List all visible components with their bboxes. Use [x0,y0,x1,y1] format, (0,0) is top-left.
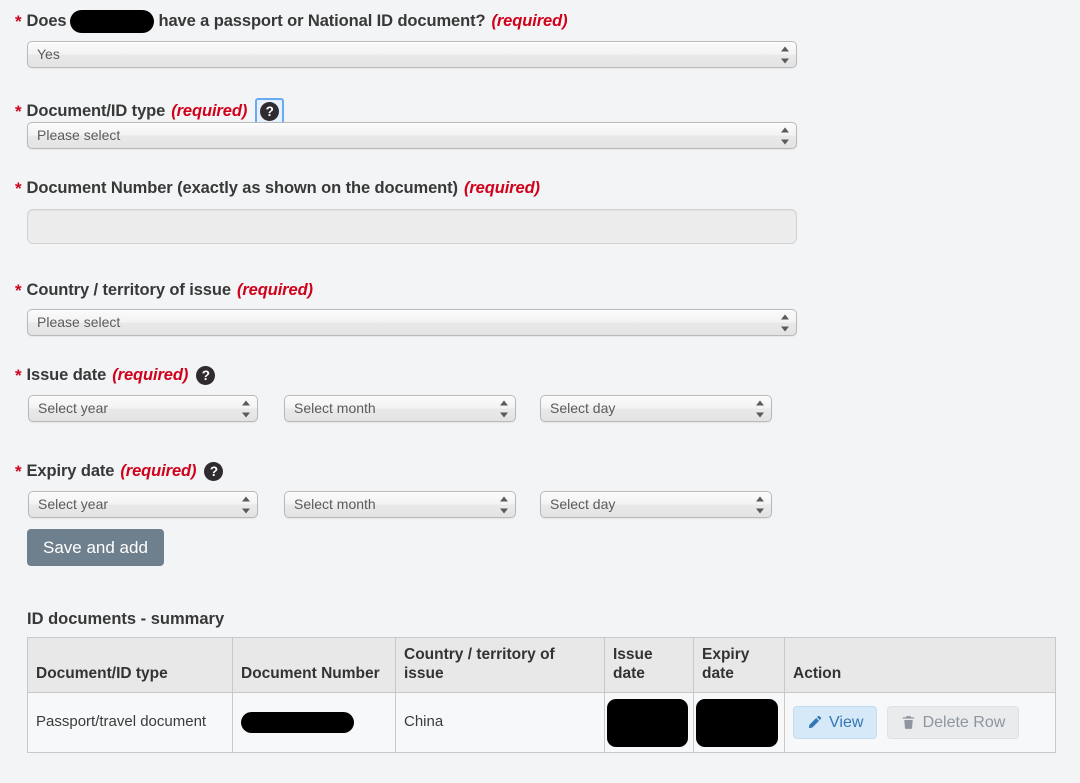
passport-question-label: * Does have a passport or National ID do… [15,10,568,33]
issue-date-label: * Issue date (required) ? [15,366,216,386]
redaction-block-expiry-date [696,698,778,747]
select-arrows-icon [755,400,764,417]
cell-issue-date [604,692,694,754]
cell-document-number [232,692,396,754]
document-number-input[interactable] [27,209,797,244]
required-asterisk: * [15,179,22,198]
issue-date-text: Issue date [26,366,107,385]
delete-row-button-label: Delete Row [922,713,1006,731]
view-button-label: View [829,713,864,731]
redaction-block-issue-date [607,698,688,747]
document-id-type-text: Document/ID type [26,102,166,121]
document-number-text: Document Number (exactly as shown on the… [26,179,459,198]
select-arrows-icon [499,400,508,417]
expiry-date-month-value: Select month [294,496,376,512]
cell-country: China [395,692,605,754]
help-icon-wrapper-focused[interactable]: ? [255,98,285,125]
redaction-block-document-number [241,712,354,734]
document-number-label: * Document Number (exactly as shown on t… [15,179,540,199]
expiry-date-year-value: Select year [38,496,109,512]
required-text: (required) [491,12,568,31]
summary-heading: ID documents - summary [27,610,225,628]
redaction-block-name [70,10,155,33]
issue-date-year-value: Select year [38,400,109,416]
column-header-document-number: Document Number [232,636,396,694]
required-asterisk: * [15,462,22,481]
passport-question-suffix: have a passport or National ID document? [158,12,486,31]
save-and-add-button[interactable]: Save and add [27,529,164,566]
question-mark-icon[interactable]: ? [196,366,216,386]
expiry-date-year-select[interactable]: Select year [28,491,258,518]
select-arrows-icon [499,496,508,513]
required-asterisk: * [15,366,22,385]
column-header-document-type: Document/ID type [27,636,233,694]
issue-date-day-value: Select day [550,400,616,416]
country-of-issue-select[interactable]: Please select [27,309,797,336]
delete-row-button[interactable]: Delete Row [886,706,1020,740]
expiry-date-day-value: Select day [550,496,616,512]
select-arrows-icon [241,400,250,417]
cell-expiry-date [693,692,785,754]
issue-date-year-select[interactable]: Select year [28,395,258,422]
select-arrows-icon [780,127,789,144]
required-text: (required) [120,462,197,481]
expiry-date-month-select[interactable]: Select month [284,491,516,518]
passport-question-prefix: Does [26,12,67,31]
column-header-action: Action [784,636,1056,694]
table-row: Passport/travel document China View Dele… [27,692,1056,754]
select-arrows-icon [755,496,764,513]
required-text: (required) [112,366,189,385]
question-mark-icon[interactable]: ? [204,462,224,482]
cell-document-type: Passport/travel document [27,692,233,754]
cell-action: View Delete Row [784,692,1056,754]
issue-date-month-value: Select month [294,400,376,416]
issue-date-day-select[interactable]: Select day [540,395,772,422]
document-id-type-select[interactable]: Please select [27,122,797,149]
required-text: (required) [463,179,540,198]
id-documents-form-page: * Does have a passport or National ID do… [0,0,1080,783]
trash-icon [901,715,916,730]
view-button[interactable]: View [793,706,878,740]
column-header-country: Country / territory of issue [395,636,605,694]
select-arrows-icon [780,46,789,63]
select-arrows-icon [241,496,250,513]
column-header-issue-date: Issue date [604,636,694,694]
passport-question-select[interactable]: Yes [27,41,797,68]
required-asterisk: * [15,281,22,300]
required-asterisk: * [15,101,22,121]
required-text: (required) [171,102,248,121]
country-of-issue-select-value: Please select [37,314,121,330]
country-of-issue-text: Country / territory of issue [26,281,232,300]
select-arrows-icon [780,314,789,331]
expiry-date-day-select[interactable]: Select day [540,491,772,518]
id-documents-summary-table: Document/ID type Document Number Country… [27,636,1056,754]
required-text: (required) [236,281,313,300]
pencil-icon [807,715,822,730]
passport-question-select-value: Yes [37,46,60,62]
column-header-expiry-date: Expiry date [693,636,785,694]
document-id-type-select-value: Please select [37,127,121,143]
table-header-row: Document/ID type Document Number Country… [27,636,1056,694]
country-of-issue-label: * Country / territory of issue (required… [15,281,313,301]
question-mark-icon[interactable]: ? [260,102,280,121]
expiry-date-text: Expiry date [26,462,115,481]
expiry-date-label: * Expiry date (required) ? [15,462,224,482]
required-asterisk: * [15,11,22,31]
document-id-type-label: * Document/ID type (required) ? [15,98,285,125]
issue-date-month-select[interactable]: Select month [284,395,516,422]
